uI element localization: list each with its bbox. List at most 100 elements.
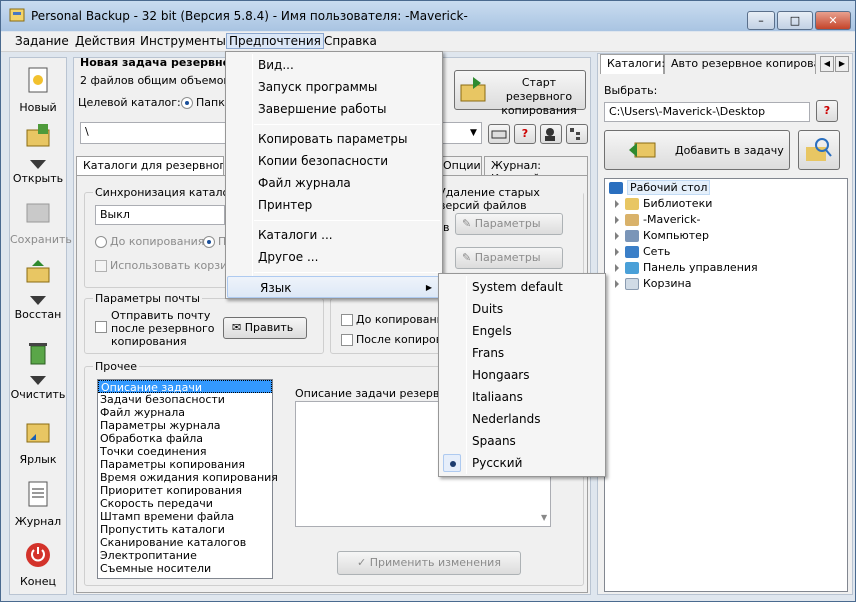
tree-icon [570, 128, 580, 140]
tree-recycle-bin-label: Корзина [643, 277, 692, 290]
params-button-2[interactable]: ✎ Параметры [455, 247, 563, 269]
directory-panel: Каталоги: Авто резервное копирование ◀ ▶… [597, 53, 853, 595]
shortcut-button[interactable]: Ярлык [10, 418, 66, 466]
maximize-button[interactable]: □ [777, 11, 813, 30]
lang-spanish[interactable]: Spaans [439, 430, 605, 452]
checkbox-icon [341, 314, 353, 326]
tab-directories[interactable]: Каталоги для резервного копирования [76, 156, 224, 176]
settings-list-item[interactable]: Штамп времени файла [98, 510, 272, 523]
settings-list-item[interactable]: Точки соединения [98, 445, 272, 458]
tab-auto-backup[interactable]: Авто резервное копирование [664, 54, 816, 74]
save-task-button[interactable]: Сохранить [10, 198, 72, 246]
menu-item-language[interactable]: Язык ▶ [227, 276, 441, 298]
menu-item-other[interactable]: Другое ... [226, 246, 442, 268]
settings-list-item[interactable]: Обработка файла [98, 432, 272, 445]
params-button-1[interactable]: ✎ Параметры [455, 213, 563, 235]
menu-item-copy-settings[interactable]: Копировать параметры [226, 128, 442, 150]
tree-recycle-bin[interactable]: Корзина [615, 277, 691, 290]
send-mail-checkbox[interactable]: Отправить почту после резервного копиров… [95, 309, 221, 348]
settings-list-item[interactable]: Описание задачи [98, 380, 272, 394]
drive-button[interactable] [488, 124, 510, 144]
lang-french[interactable]: Frans [439, 342, 605, 364]
menu-task[interactable]: Задание [15, 34, 69, 48]
menu-item-log-file[interactable]: Файл журнала [226, 172, 442, 194]
ext-before-checkbox[interactable]: До копирования [341, 313, 450, 326]
sync-before-radio[interactable]: До копирования [95, 235, 204, 248]
settings-list-item[interactable]: Параметры копирования [98, 458, 272, 471]
tab-scroll-left-button[interactable]: ◀ [820, 56, 834, 72]
settings-list-item[interactable]: Съемные носители [98, 562, 272, 575]
exit-button[interactable]: Конец [10, 540, 66, 588]
settings-list-item[interactable]: Пропустить каталоги [98, 523, 272, 536]
tree-control-panel[interactable]: Панель управления [615, 261, 758, 274]
search-icon [806, 138, 832, 161]
menu-actions[interactable]: Действия [75, 34, 135, 48]
settings-list-item[interactable]: Параметры журнала [98, 419, 272, 432]
old-versions-legend: Удаление старых версий файлов [437, 186, 583, 212]
search-folder-button[interactable] [798, 130, 840, 170]
chevron-down-icon[interactable]: ▼ [470, 128, 477, 138]
settings-list-item[interactable]: Файл журнала [98, 406, 272, 419]
control-panel-icon [625, 262, 639, 274]
tab-scroll-right-button[interactable]: ▶ [835, 56, 849, 72]
target-folder-radio[interactable]: Папка [181, 96, 232, 109]
minimize-button[interactable]: – [747, 11, 775, 30]
lang-russian[interactable]: Русский [439, 452, 605, 474]
user-button[interactable] [540, 124, 562, 144]
tab-log-level[interactable]: Журнал: Краткий [484, 156, 588, 185]
menu-item-directories[interactable]: Каталоги ... [226, 224, 442, 246]
new-task-button[interactable]: Новый [10, 66, 66, 114]
new-task-label: Новый [19, 101, 57, 114]
start-backup-button[interactable]: Старт резервного копирования [454, 70, 586, 117]
tree-libraries[interactable]: Библиотеки [615, 197, 712, 210]
start-backup-icon [460, 77, 486, 102]
settings-list-item[interactable]: Электропитание [98, 549, 272, 562]
scroll-down-icon[interactable]: ▼ [541, 513, 547, 522]
expand-icon [615, 248, 619, 256]
tree-button[interactable] [566, 124, 588, 144]
lang-english[interactable]: Engels [439, 320, 605, 342]
settings-list-item[interactable]: Приоритет копирования [98, 484, 272, 497]
settings-list-item[interactable]: Задачи безопасности [98, 393, 272, 406]
lang-hungarian[interactable]: Hongaars [439, 364, 605, 386]
log-button[interactable]: Журнал [10, 480, 66, 528]
settings-list-item[interactable]: Сканирование каталогов [98, 536, 272, 549]
apply-changes-button[interactable]: ✓ Применить изменения [337, 551, 521, 575]
tab-catalogs[interactable]: Каталоги: [600, 54, 665, 74]
restore-button[interactable]: Восстан [10, 258, 66, 321]
trash-icon [29, 343, 47, 365]
lang-dutch[interactable]: Nederlands [439, 408, 605, 430]
selected-path-input[interactable]: C:\Users\-Maverick-\Desktop [604, 102, 810, 122]
settings-list-item[interactable]: Время ожидания копирования [98, 471, 278, 484]
lang-system-default[interactable]: System default [439, 276, 605, 298]
menu-tools[interactable]: Инструменты [140, 34, 226, 48]
edit-mail-button[interactable]: ✉ Править [223, 317, 307, 339]
sync-mode-select[interactable]: Выкл [95, 205, 225, 225]
path-help-button[interactable]: ? [816, 100, 838, 122]
task-info: 2 файлов общим объемом 28 [80, 74, 250, 87]
lang-german[interactable]: Duits [439, 298, 605, 320]
chevron-right-icon: ▶ [838, 59, 846, 68]
use-trash-checkbox[interactable]: Использовать корзину [95, 259, 231, 272]
menu-item-shutdown[interactable]: Завершение работы [226, 98, 442, 120]
tree-desktop[interactable]: Рабочий стол [609, 180, 711, 195]
settings-list-item[interactable]: Скорость передачи [98, 497, 272, 510]
close-button[interactable]: ✕ [815, 11, 851, 30]
settings-list[interactable]: Описание задачи Задачи безопасности Файл ж… [97, 379, 278, 579]
open-task-button[interactable]: Открыть [10, 122, 66, 185]
menu-help[interactable]: Справка [324, 34, 377, 48]
help-icon: ? [823, 104, 831, 117]
help-button[interactable]: ? [514, 124, 536, 144]
tree-user[interactable]: -Maverick- [615, 213, 700, 226]
tree-computer[interactable]: Компьютер [615, 229, 709, 242]
menu-item-security-copies[interactable]: Копии безопасности [226, 150, 442, 172]
menu-item-printer[interactable]: Принтер [226, 194, 442, 216]
add-to-task-button[interactable]: Добавить в задачу [604, 130, 790, 170]
lang-italian[interactable]: Italiaans [439, 386, 605, 408]
tree-network[interactable]: Сеть [615, 245, 670, 258]
menu-item-view[interactable]: Вид... [226, 54, 442, 76]
check-icon: ✓ [357, 556, 370, 569]
menu-item-startup[interactable]: Запуск программы [226, 76, 442, 98]
menu-preferences[interactable]: Предпочтения [226, 33, 324, 49]
clean-button[interactable]: Очистить [10, 338, 66, 401]
